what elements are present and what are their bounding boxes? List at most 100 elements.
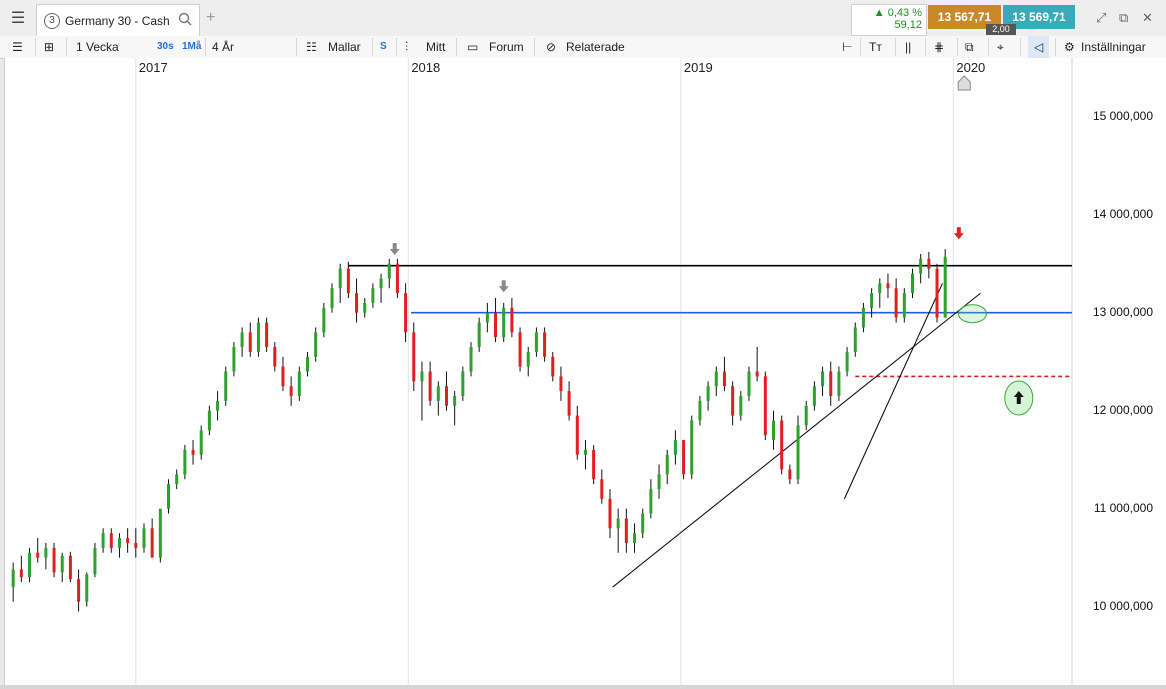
candle-body (420, 371, 424, 382)
layout-icon[interactable]: ⊞ (44, 36, 54, 58)
crosshair-icon[interactable]: ⌖ (997, 36, 1004, 58)
period-select[interactable]: 1 Vecka (76, 36, 119, 58)
short-period-30s[interactable]: 30s (157, 36, 174, 58)
candle-body (52, 547, 56, 573)
candle-body (346, 268, 350, 294)
candle-body (224, 371, 228, 401)
tab-badge: 3 (44, 13, 60, 29)
hamburger-icon[interactable]: ☰ (0, 0, 36, 36)
settings-icon[interactable]: ⚙ (1064, 36, 1075, 58)
year-label: 2019 (684, 60, 713, 75)
candle-body (870, 293, 874, 308)
candle-body (510, 307, 514, 333)
popout-icon[interactable]: ⧉ (1119, 10, 1128, 26)
candle-body (583, 449, 587, 455)
candle-body (772, 420, 776, 441)
candle-body (134, 542, 138, 548)
forum-button[interactable]: Forum (489, 36, 524, 58)
candle-body (167, 484, 171, 509)
candle-body (616, 518, 620, 529)
candle-body (289, 386, 293, 396)
chart-type-icon[interactable]: ⊢ (842, 36, 852, 58)
s-button[interactable]: S (380, 36, 387, 58)
candle-body (518, 332, 522, 367)
candle-body (305, 356, 309, 372)
candle-body (526, 351, 530, 367)
candle-body (265, 322, 269, 348)
indicator-icon[interactable]: ⫶ (405, 36, 408, 58)
candle-body (559, 376, 563, 392)
text-tool-icon[interactable]: Tт (869, 36, 882, 58)
settings-button[interactable]: Inställningar (1081, 36, 1146, 58)
candle-body (216, 400, 220, 411)
candle-body (624, 518, 628, 543)
related-button[interactable]: Relaterade (566, 36, 625, 58)
candle-body (297, 371, 301, 396)
templates-icon[interactable]: ☷ (306, 36, 317, 58)
list-icon[interactable]: ☰ (12, 36, 23, 58)
candle-body (183, 449, 187, 475)
candle-body (600, 479, 604, 499)
candle-body (845, 351, 849, 372)
chart-toolbar: ☰ ⊞ 1 Vecka 30s 1Må 4 År ☷ Mallar S ⫶ Mi… (0, 36, 1166, 59)
candle-body (747, 371, 751, 396)
price-chart[interactable]: 2017 2018 2019 2020 (5, 58, 1076, 685)
plus-icon[interactable]: + (206, 9, 215, 27)
candle-body (142, 528, 146, 548)
candle-body (404, 293, 408, 333)
candle-body (175, 474, 179, 485)
candle-body (788, 469, 792, 480)
candle-body (232, 347, 236, 372)
tag-icon[interactable]: ◁ (1028, 36, 1050, 58)
candle-body (436, 386, 440, 401)
candle-body (551, 356, 555, 377)
y-tick-label: 15 000,000 (1092, 108, 1153, 123)
bottom-bar (0, 685, 1166, 689)
candle-body (853, 327, 857, 352)
candle-body (68, 555, 72, 580)
range-select[interactable]: 4 År (212, 36, 234, 58)
candle-body (886, 283, 890, 289)
candle-body (281, 366, 285, 387)
candle-body (829, 371, 833, 396)
candle-body (894, 288, 898, 318)
highlight-circle (957, 304, 987, 324)
candle-body (821, 371, 825, 387)
candle-body (363, 302, 367, 313)
close-icon[interactable]: ✕ (1142, 10, 1153, 26)
candle-body (109, 533, 113, 548)
grey-down-arrow-icon (498, 280, 509, 293)
candle-body (314, 332, 318, 357)
candle-body (28, 552, 32, 578)
candle-body (461, 371, 465, 396)
search-icon[interactable] (178, 12, 192, 26)
candle-body (85, 574, 89, 602)
expand-icon[interactable]: ⤢ (1096, 10, 1106, 26)
forum-icon[interactable]: ▭ (467, 36, 478, 58)
related-icon[interactable]: ⊘ (546, 36, 556, 58)
candle-body (608, 498, 612, 529)
short-period-1m[interactable]: 1Må (182, 36, 201, 58)
candle-body (428, 371, 432, 401)
y-tick-label: 10 000,000 (1092, 598, 1153, 613)
y-tick-label: 14 000,000 (1092, 206, 1153, 221)
mid-button[interactable]: Mitt (426, 36, 445, 58)
draw-tool-icon[interactable]: ⋕ (934, 36, 944, 58)
candle-body (633, 533, 637, 543)
candle-body (485, 312, 489, 323)
chart-area[interactable]: 2017 2018 2019 2020 (4, 58, 1166, 685)
candle-body (44, 547, 48, 558)
lines-tool-icon[interactable]: || (905, 36, 911, 58)
instrument-tab[interactable]: 3 Germany 30 - Cash (36, 4, 200, 36)
layers-icon[interactable]: ⧉ (965, 36, 974, 58)
candle-body (387, 263, 391, 279)
candle-body (199, 430, 203, 455)
candle-body (60, 555, 64, 573)
price-axis: 15 000,000 14 000,000 13 000,000 12 000,000… (1075, 58, 1165, 685)
candle-body (943, 256, 947, 318)
candle-body (93, 547, 97, 575)
trendline (843, 283, 943, 500)
candle-body (592, 449, 596, 480)
templates-button[interactable]: Mallar (328, 36, 361, 58)
candle-body (567, 391, 571, 416)
